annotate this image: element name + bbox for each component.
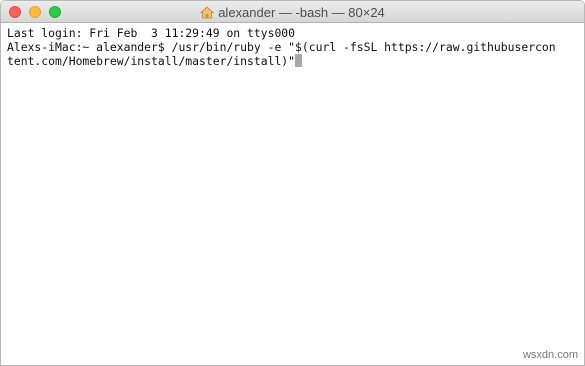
- text-cursor: [295, 54, 303, 67]
- terminal-output[interactable]: Last login: Fri Feb 3 11:29:49 on ttys00…: [1, 23, 584, 365]
- title-bar[interactable]: alexander — -bash — 80×24: [1, 1, 584, 23]
- terminal-line: tent.com/Homebrew/install/master/install…: [7, 54, 580, 68]
- terminal-window: alexander — -bash — 80×24 Last login: Fr…: [0, 0, 585, 366]
- window-title: alexander — -bash — 80×24: [218, 4, 385, 20]
- home-folder-icon: [200, 5, 215, 19]
- watermark: wsxdn.com: [522, 349, 578, 361]
- terminal-line: Alexs-iMac:~ alexander$ /usr/bin/ruby -e…: [7, 40, 556, 54]
- window-title-container: alexander — -bash — 80×24: [1, 1, 584, 23]
- terminal-line: Last login: Fri Feb 3 11:29:49 on ttys00…: [7, 26, 296, 40]
- terminal-line-text: tent.com/Homebrew/install/master/install…: [7, 54, 296, 68]
